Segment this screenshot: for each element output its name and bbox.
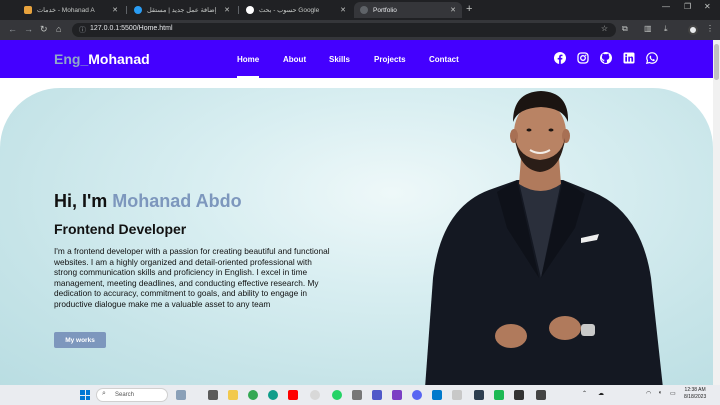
hero-role: Frontend Developer [54, 221, 187, 237]
tab-favicon-icon [24, 6, 32, 14]
download-icon[interactable]: ⤓ [664, 24, 668, 34]
site-info-icon[interactable]: ⓘ [79, 25, 86, 35]
taskbar-clock[interactable]: 12:38 AM 8/18/2023 [684, 387, 706, 401]
webpage: Eng_Mohanad Home About Skills Projects C… [0, 40, 713, 385]
search-label: Search [115, 392, 135, 398]
close-tab-icon[interactable]: ✕ [224, 6, 230, 14]
tab-favicon-icon [134, 6, 142, 14]
browser-tab[interactable]: إضافة عمل جديد | مستقل ✕ [128, 2, 236, 18]
scrollbar-thumb[interactable] [714, 44, 719, 80]
file-explorer-icon[interactable] [228, 390, 238, 400]
youtube-icon[interactable] [288, 390, 298, 400]
visual-studio-icon[interactable] [392, 390, 402, 400]
hero-name: Mohanad Abdo [112, 191, 242, 211]
linkedin-icon[interactable] [623, 52, 635, 64]
app-icon[interactable] [494, 390, 504, 400]
browser-tab-active[interactable]: Portfolio ✕ [354, 2, 462, 18]
browser-tab[interactable]: حسوب - بحث Google ✕ [240, 2, 352, 18]
restore-icon[interactable]: ❐ [684, 2, 691, 11]
forward-icon[interactable]: → [24, 24, 33, 34]
terminal-icon[interactable] [536, 390, 546, 400]
new-tab-icon[interactable]: + [466, 3, 472, 15]
hero-bio: I'm a frontend developer with a passion … [54, 246, 330, 309]
volume-icon[interactable]: ◖ [658, 390, 662, 396]
facebook-icon[interactable] [554, 52, 566, 64]
nav-link-about[interactable]: About [283, 55, 306, 64]
reload-icon[interactable]: ↻ [40, 24, 48, 35]
chrome-icon[interactable] [248, 390, 258, 400]
browser-tab-strip: خدمات - Mohanad A ✕ إضافة عمل جديد | مست… [0, 0, 720, 20]
tab-favicon-icon [360, 6, 368, 14]
extensions-icon[interactable]: ⧉ [622, 24, 628, 34]
wifi-icon[interactable]: ◠ [646, 390, 651, 397]
home-icon[interactable]: ⌂ [56, 24, 61, 34]
edge-icon[interactable] [268, 390, 278, 400]
menu-icon[interactable]: ⋮ [706, 24, 714, 33]
instagram-icon[interactable] [577, 52, 589, 64]
close-window-icon[interactable]: ✕ [704, 2, 711, 11]
close-tab-icon[interactable]: ✕ [112, 6, 118, 14]
clock-date: 8/18/2023 [684, 394, 707, 400]
teams-icon[interactable] [372, 390, 382, 400]
logo-name: Mohanad [88, 51, 150, 67]
profile-avatar[interactable] [688, 25, 698, 35]
side-panel-icon[interactable]: ▥ [644, 24, 652, 33]
back-icon[interactable]: ← [8, 24, 17, 34]
nav-link-skills[interactable]: Skills [329, 55, 350, 64]
start-button[interactable] [80, 390, 90, 400]
widgets-icon[interactable] [176, 390, 186, 400]
store-icon[interactable] [352, 390, 362, 400]
close-tab-icon[interactable]: ✕ [450, 6, 456, 14]
tab-title: حسوب - بحث Google [259, 7, 320, 14]
app-icon[interactable] [452, 390, 462, 400]
browser-toolbar: ← → ↻ ⌂ ⓘ 127.0.0.1:5500/Home.html ☆ ⧉ ▥… [0, 20, 720, 40]
bookmark-star-icon[interactable]: ☆ [601, 24, 608, 33]
tab-title: إضافة عمل جديد | مستقل [147, 7, 217, 14]
nav-link-projects[interactable]: Projects [374, 55, 406, 64]
minimize-icon[interactable]: — [662, 2, 670, 11]
logo-prefix: Eng_ [54, 51, 89, 67]
settings-icon[interactable] [474, 390, 484, 400]
github-icon[interactable] [600, 52, 612, 64]
search-icon: ⌕ [102, 390, 106, 397]
address-bar[interactable]: ⓘ 127.0.0.1:5500/Home.html ☆ [72, 23, 616, 37]
greeting-text: Hi, I'm [54, 191, 113, 211]
windows-taskbar: ⌕ Search ⌃ ☁ ◠ ◖ ▭ 12:38 AM 8/18/2023 [0, 385, 720, 405]
tab-title: خدمات - Mohanad A [37, 7, 95, 14]
app-icon[interactable] [514, 390, 524, 400]
tray-overflow-icon[interactable]: ⌃ [582, 390, 587, 397]
my-works-button[interactable]: My works [54, 332, 106, 348]
vscode-icon[interactable] [432, 390, 442, 400]
browser-tab[interactable]: خدمات - Mohanad A ✕ [18, 2, 124, 18]
site-logo[interactable]: Eng_Mohanad [54, 51, 150, 67]
nav-link-home[interactable]: Home [237, 55, 259, 64]
profile-photo [425, 91, 663, 385]
app-icon[interactable] [310, 390, 320, 400]
google-favicon-icon [246, 6, 254, 14]
taskbar-search[interactable]: ⌕ Search [96, 388, 168, 402]
weather-icon[interactable]: ☁ [598, 390, 604, 397]
active-nav-indicator [237, 76, 259, 78]
page-scrollbar[interactable] [713, 40, 720, 385]
whatsapp-taskbar-icon[interactable] [332, 390, 342, 400]
discord-icon[interactable] [412, 390, 422, 400]
url-text: 127.0.0.1:5500/Home.html [90, 25, 173, 32]
whatsapp-icon[interactable] [646, 52, 658, 64]
nav-link-contact[interactable]: Contact [429, 55, 459, 64]
clock-time: 12:38 AM [684, 387, 706, 393]
hero-greeting: Hi, I'm Mohanad Abdo [54, 191, 242, 212]
close-tab-icon[interactable]: ✕ [340, 6, 346, 14]
tab-title: Portfolio [373, 6, 397, 14]
site-navbar: Eng_Mohanad Home About Skills Projects C… [0, 40, 713, 78]
battery-icon[interactable]: ▭ [670, 390, 676, 397]
task-view-icon[interactable] [208, 390, 218, 400]
hero-section: Hi, I'm Mohanad Abdo Frontend Developer … [0, 88, 713, 385]
